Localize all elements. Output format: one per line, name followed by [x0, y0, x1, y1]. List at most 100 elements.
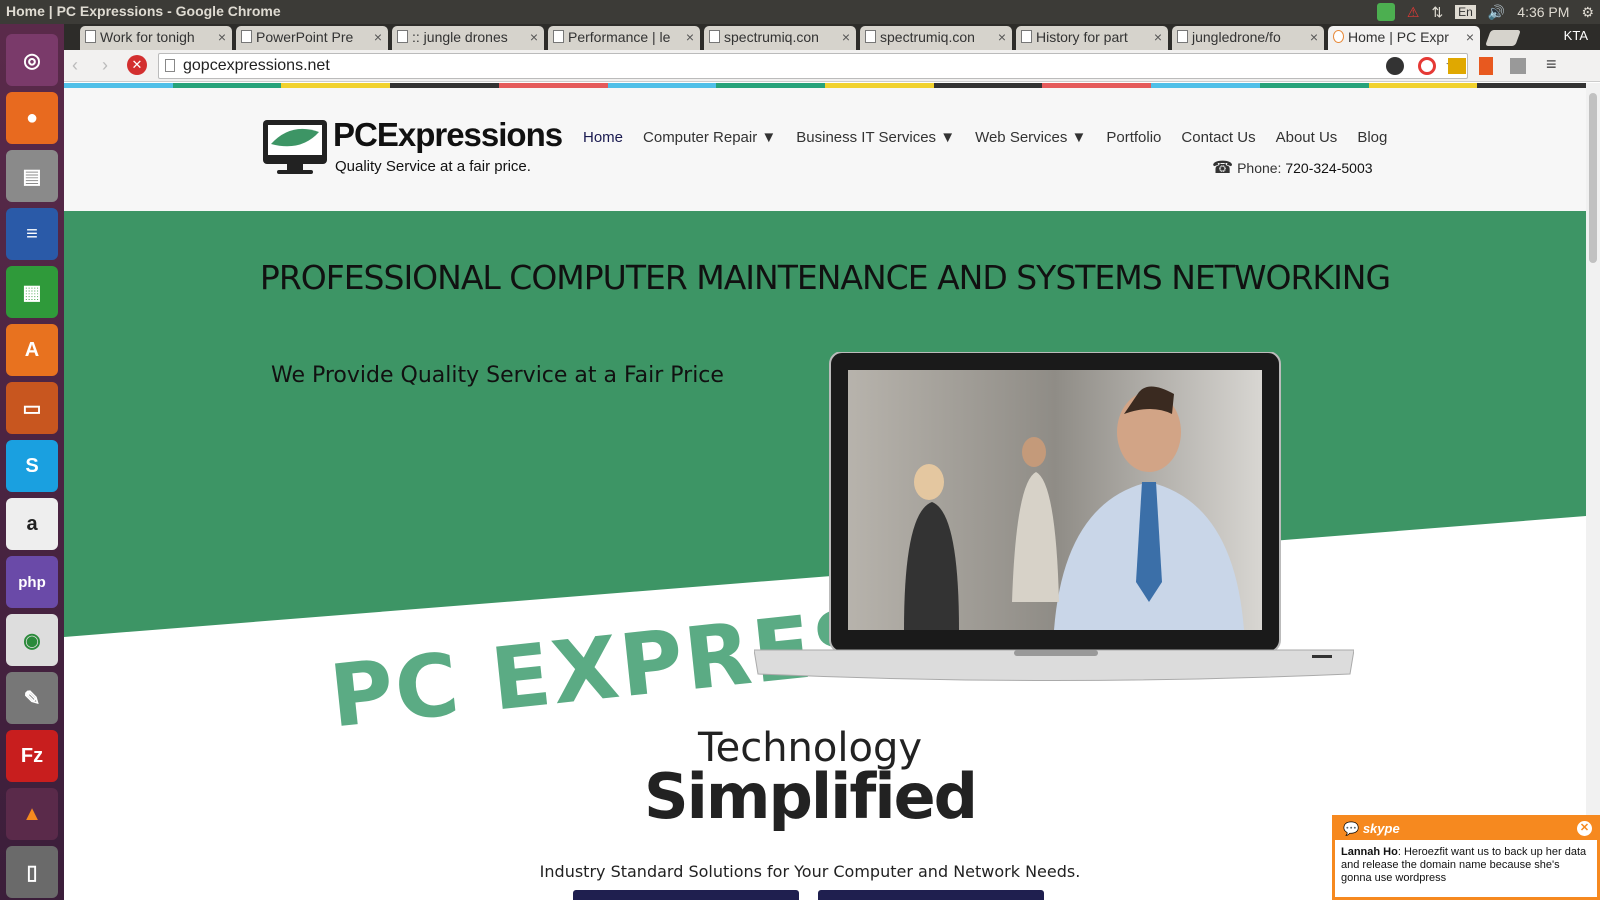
tab-jungle-drones[interactable]: :: jungle drones ×: [392, 26, 544, 50]
tab-label: :: jungle drones: [412, 29, 508, 45]
phpstorm-icon[interactable]: php: [6, 556, 58, 608]
trash-icon[interactable]: ▯: [6, 846, 58, 898]
browser-toolbar: ‹ › ✕ gopcexpressions.net ☆ ≡: [64, 50, 1600, 82]
calc-icon[interactable]: ▦: [6, 266, 58, 318]
nav-label: Computer Repair: [643, 129, 758, 146]
writer-icon[interactable]: ≡: [6, 208, 58, 260]
skype-message: Lannah Ho: Heroezfit want us to back up …: [1335, 840, 1597, 891]
logo-tagline: Quality Service at a fair price.: [335, 158, 531, 175]
nav-web-services[interactable]: Web Services ▼: [975, 129, 1086, 146]
files-icon[interactable]: ▤: [6, 150, 58, 202]
close-icon[interactable]: ×: [998, 29, 1006, 45]
volume-icon[interactable]: 🔊: [1488, 4, 1505, 21]
tab-pc-expressions[interactable]: Home | PC Expr ×: [1328, 26, 1480, 50]
github-icon: [1177, 30, 1188, 43]
main-nav: Home Computer Repair ▼ Business IT Servi…: [583, 129, 1387, 146]
impress-icon[interactable]: ▭: [6, 382, 58, 434]
extension-icon[interactable]: [1386, 57, 1404, 75]
back-icon[interactable]: ‹: [72, 55, 78, 76]
stop-icon[interactable]: ✕: [127, 55, 147, 75]
tab-label: Performance | le: [568, 29, 671, 45]
office-icon[interactable]: [1479, 57, 1493, 75]
ubuntu-dash-icon[interactable]: ◎: [6, 34, 58, 86]
address-bar[interactable]: gopcexpressions.net ☆: [158, 53, 1468, 79]
phone-icon: ☎: [1212, 158, 1234, 177]
phone-label: Phone:: [1237, 160, 1282, 176]
chrome-icon[interactable]: ◉: [6, 614, 58, 666]
site-logo[interactable]: PCExpressions Quality Service at a fair …: [261, 116, 563, 178]
close-icon[interactable]: ×: [1154, 29, 1162, 45]
skype-sender: Lannah Ho: [1341, 846, 1398, 858]
chat-bubble-icon: 💬: [1343, 821, 1360, 836]
tab-label: jungledrone/fo: [1192, 29, 1281, 45]
scrollbar-thumb[interactable]: [1589, 93, 1597, 263]
ubuntu-top-bar: Home | PC Expressions - Google Chrome ⚠ …: [0, 0, 1600, 24]
nav-computer-repair[interactable]: Computer Repair ▼: [643, 129, 776, 146]
close-icon[interactable]: ×: [842, 29, 850, 45]
extension-icon[interactable]: [1448, 58, 1466, 74]
nav-portfolio[interactable]: Portfolio: [1106, 129, 1161, 146]
skype-notification[interactable]: 💬 skype ✕ Lannah Ho: Heroezfit want us t…: [1332, 815, 1600, 900]
page-scrollbar[interactable]: [1586, 83, 1600, 900]
vlc-icon[interactable]: ▲: [6, 788, 58, 840]
close-icon[interactable]: ×: [686, 29, 694, 45]
software-center-icon[interactable]: A: [6, 324, 58, 376]
filezilla-icon[interactable]: Fz: [6, 730, 58, 782]
drupal-icon: [553, 30, 564, 43]
skype-icon[interactable]: S: [6, 440, 58, 492]
cta-button-right[interactable]: [818, 890, 1044, 900]
cta-button-left[interactable]: [573, 890, 799, 900]
tab-github-history[interactable]: History for part ×: [1016, 26, 1168, 50]
clock[interactable]: 4:36 PM: [1517, 4, 1569, 20]
close-icon[interactable]: ×: [218, 29, 226, 45]
forward-icon[interactable]: ›: [102, 55, 108, 76]
tab-github-jungledrone[interactable]: jungledrone/fo ×: [1172, 26, 1324, 50]
nav-contact[interactable]: Contact Us: [1181, 129, 1255, 146]
page-icon: [397, 30, 408, 43]
amazon-icon[interactable]: a: [6, 498, 58, 550]
nav-home[interactable]: Home: [583, 129, 623, 146]
nav-about[interactable]: About Us: [1276, 129, 1338, 146]
logo-title: PCExpressions: [333, 116, 563, 153]
tab-powerpoint[interactable]: PowerPoint Pre ×: [236, 26, 388, 50]
tab-spectrumiq-2[interactable]: spectrumiq.con ×: [860, 26, 1012, 50]
web-page: PCExpressions Quality Service at a fair …: [64, 88, 1586, 900]
nav-label: Business IT Services: [796, 129, 937, 146]
tab-label: Home | PC Expr: [1348, 29, 1449, 45]
loading-icon: [1333, 30, 1344, 43]
nav-blog[interactable]: Blog: [1357, 129, 1387, 146]
tab-spectrumiq-1[interactable]: spectrumiq.con ×: [704, 26, 856, 50]
tab-label: spectrumiq.con: [724, 29, 819, 45]
tab-gmail[interactable]: Work for tonigh ×: [80, 26, 232, 50]
window-title: Home | PC Expressions - Google Chrome: [6, 3, 281, 19]
skype-tray-icon[interactable]: [1376, 3, 1395, 21]
close-icon[interactable]: ×: [1310, 29, 1318, 45]
close-icon[interactable]: ×: [1466, 29, 1474, 45]
gear-icon[interactable]: ⚙: [1581, 4, 1594, 21]
extension-icon[interactable]: [1418, 57, 1436, 75]
page-icon: [241, 30, 252, 43]
close-icon[interactable]: ×: [374, 29, 382, 45]
menu-icon[interactable]: ≡: [1546, 54, 1557, 75]
tab-label: spectrumiq.con: [880, 29, 975, 45]
unity-launcher: ◎ ● ▤ ≡ ▦ A ▭ S a php ◉ ✎ Fz ▲ ▯: [0, 24, 64, 900]
close-icon[interactable]: ×: [530, 29, 538, 45]
settings-icon[interactable]: ✎: [6, 672, 58, 724]
firefox-icon[interactable]: ●: [6, 92, 58, 144]
profile-label[interactable]: KTA: [1564, 28, 1588, 43]
laptop-image: [753, 351, 1355, 692]
keyboard-language[interactable]: En: [1455, 5, 1476, 19]
nav-business-it[interactable]: Business IT Services ▼: [796, 129, 955, 146]
warning-icon[interactable]: ⚠: [1407, 4, 1420, 21]
dropdown-arrow-icon: ▼: [1071, 129, 1087, 146]
network-icon[interactable]: ⇅: [1431, 4, 1443, 21]
tab-label: PowerPoint Pre: [256, 29, 354, 45]
new-tab-button[interactable]: [1485, 30, 1521, 46]
hero-subtitle: We Provide Quality Service at a Fair Pri…: [271, 363, 724, 388]
extension-icon[interactable]: [1510, 58, 1526, 74]
phone-number[interactable]: 720-324-5003: [1285, 160, 1372, 176]
tab-performance[interactable]: Performance | le ×: [548, 26, 700, 50]
tab-strip: Work for tonigh × PowerPoint Pre × :: jung…: [64, 24, 1600, 50]
hero-title: PROFESSIONAL COMPUTER MAINTENANCE AND SY…: [259, 258, 1391, 297]
close-icon[interactable]: ✕: [1577, 821, 1592, 836]
